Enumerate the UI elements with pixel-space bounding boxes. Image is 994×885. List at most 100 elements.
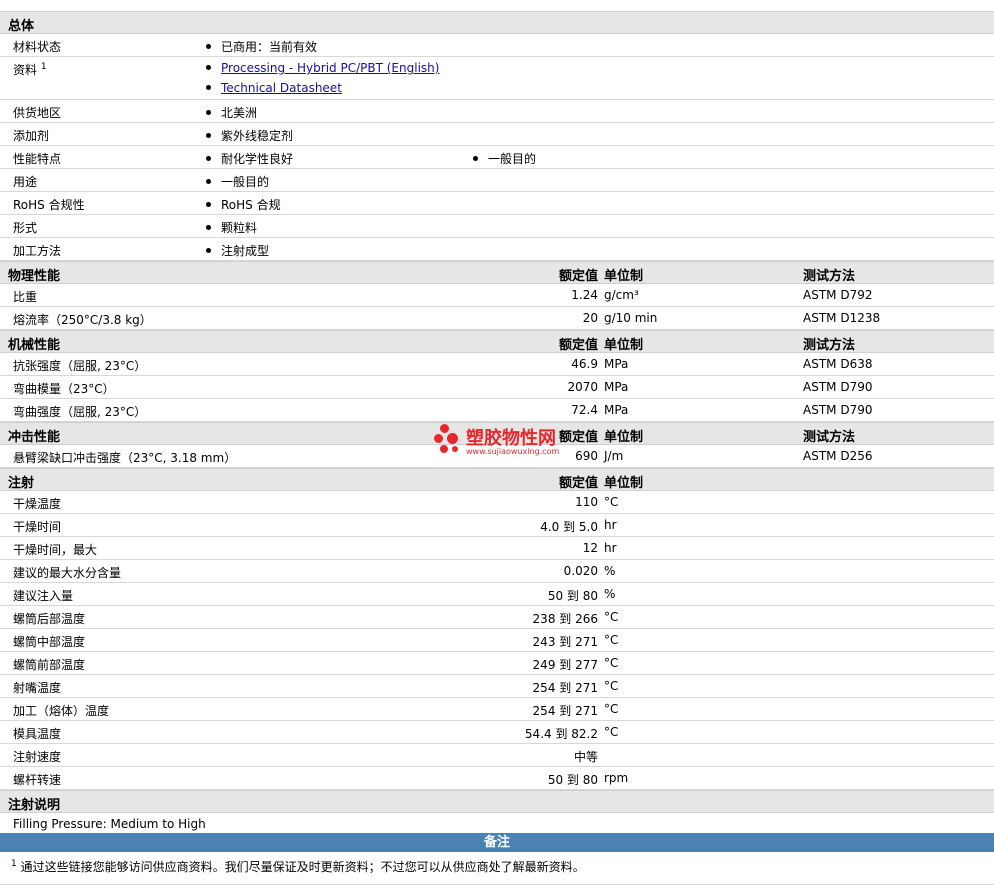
row-label: 性能特点	[13, 152, 62, 166]
col-header-unit: 单位制	[604, 338, 644, 353]
footnote-text: 1 通过这些链接您能够访问供应商资料。我们尽量保证及时更新资料；不过您可以从供应…	[11, 859, 585, 874]
row-method: ASTM D256	[803, 449, 873, 463]
injection-note-row: Filling Pressure: Medium to High	[0, 813, 994, 833]
row-value: 249 到 277	[532, 658, 598, 672]
list-item: Technical Datasheet	[206, 81, 342, 95]
table-row: 建议注入量 50 到 80%	[0, 583, 994, 606]
row-value: 46.9	[571, 357, 598, 371]
table-row: 射嘴温度 254 到 271 °C	[0, 675, 994, 698]
row-value: 50 到 80	[547, 773, 598, 787]
section-title: 冲击性能	[8, 430, 61, 445]
row-unit: MPa	[604, 380, 629, 394]
row-label: 抗张强度（屈服, 23°C）	[13, 359, 147, 373]
row-value: 238 到 266	[532, 612, 598, 626]
row-value: 72.4	[571, 403, 598, 417]
technical-datasheet-link[interactable]: Technical Datasheet	[221, 81, 342, 95]
table-row: 弯曲强度（屈服, 23°C） 72.4 MPa ASTM D790	[0, 399, 994, 422]
row-label: 弯曲强度（屈服, 23°C）	[13, 405, 147, 419]
section-title: 机械性能	[8, 338, 61, 353]
row-method: ASTM D638	[803, 357, 873, 371]
row-value: 2070	[567, 380, 598, 394]
section-title: 注射	[8, 476, 35, 491]
row-value: 0.020	[563, 564, 598, 578]
row-method: ASTM D792	[803, 288, 873, 302]
row-label: 射嘴温度	[13, 681, 62, 695]
row-label: 干燥时间，最大	[13, 543, 98, 557]
table-row: 螺杆转速 50 到 80 rpm	[0, 767, 994, 790]
row-unit: °C	[604, 495, 619, 509]
row-label: RoHS 合规性	[13, 198, 85, 212]
row-method: ASTM D1238	[803, 311, 881, 325]
row-label: 比重	[13, 290, 38, 304]
row-label: 熔流率（250°C/3.8 kg）	[13, 313, 152, 327]
row-value: 690	[575, 449, 598, 463]
row-label: 注射速度	[13, 750, 62, 764]
row-label: 用途	[13, 175, 38, 189]
table-row: 螺筒后部温度 238 到 266 °C	[0, 606, 994, 629]
row-unit: °C	[604, 610, 619, 624]
row-unit: °C	[604, 725, 619, 739]
section-physical-header: 物理性能 额定值 单位制 测试方法	[0, 261, 994, 284]
row-unit: °C	[604, 633, 619, 647]
table-row: 干燥温度 110 °C	[0, 491, 994, 514]
row-value: 254 到 271	[532, 704, 598, 718]
row-label: 干燥时间	[13, 520, 62, 534]
general-row-region: 供货地区 北美洲	[0, 100, 994, 123]
row-value: 1.24	[571, 288, 598, 302]
list-item: 北美洲	[206, 104, 257, 121]
row-label: 供货地区	[13, 106, 62, 120]
table-row: 干燥时间，最大 12 hr	[0, 537, 994, 560]
table-row: 建议的最大水分含量 0.020%	[0, 560, 994, 583]
general-row-documents: 资料 1 Processing - Hybrid PC/PBT (English…	[0, 57, 994, 100]
injection-rows: 干燥温度 110 °C 干燥时间 4.0 到 5.0 hr 干燥时间，最大 12 hr 建议的最大…	[0, 491, 994, 790]
section-title: 总体	[8, 19, 35, 34]
row-label: 加工（熔体）温度	[13, 704, 110, 718]
table-row: 加工（熔体）温度 254 到 271 °C	[0, 698, 994, 721]
list-item: 紫外线稳定剂	[206, 127, 293, 144]
row-label: 螺筒中部温度	[13, 635, 86, 649]
list-item: RoHS 合规	[206, 196, 281, 213]
injection-note-text: Filling Pressure: Medium to High	[13, 817, 206, 831]
section-injection-notes-header: 注射说明	[0, 790, 994, 813]
processing-link[interactable]: Processing - Hybrid PC/PBT (English)	[221, 61, 439, 75]
table-row: 熔流率（250°C/3.8 kg） 20 g/10 min ASTM D1238	[0, 307, 994, 330]
row-unit: MPa	[604, 357, 629, 371]
row-method: ASTM D790	[803, 403, 873, 417]
row-unit: rpm	[604, 771, 629, 785]
row-label: 建议注入量	[13, 589, 74, 603]
section-mechanical-header: 机械性能 额定值 单位制 测试方法	[0, 330, 994, 353]
row-unit: hr	[604, 518, 617, 532]
row-unit: hr	[604, 541, 617, 555]
table-row: 抗张强度（屈服, 23°C） 46.9 MPa ASTM D638	[0, 353, 994, 376]
row-value: 254 到 271	[532, 681, 598, 695]
table-row: 螺筒前部温度 249 到 277 °C	[0, 652, 994, 675]
footnote-marker: 1	[40, 62, 47, 72]
table-row: 比重 1.24 g/cm³ ASTM D792	[0, 284, 994, 307]
general-row-processing: 加工方法 注射成型	[0, 238, 994, 261]
general-row-features: 性能特点 耐化学性良好 一般目的	[0, 146, 994, 169]
datasheet: 总体 材料状态 已商用：当前有效 资料 1 Processing - Hybri…	[0, 0, 994, 885]
notes-header: 备注	[0, 833, 994, 852]
watermark-logo: 塑胶物性网 www.sujiaowuxing.com	[434, 420, 574, 460]
col-header-nominal: 额定值	[558, 476, 598, 491]
general-row-uses: 用途 一般目的	[0, 169, 994, 192]
watermark-url: www.sujiaowuxing.com	[466, 447, 560, 456]
row-unit: °C	[604, 679, 619, 693]
col-header-method: 测试方法	[803, 338, 856, 353]
row-unit: %	[604, 587, 616, 601]
row-label: 螺筒后部温度	[13, 612, 86, 626]
list-item: Processing - Hybrid PC/PBT (English)	[206, 61, 439, 75]
section-injection-header: 注射 额定值 单位制	[0, 468, 994, 491]
row-value: 中等	[573, 750, 598, 764]
list-item: 注射成型	[206, 242, 269, 259]
row-label: 加工方法	[13, 244, 62, 258]
footnote-marker: 1	[11, 859, 17, 869]
row-label: 模具温度	[13, 727, 62, 741]
col-header-nominal: 额定值	[558, 338, 598, 353]
row-label: 建议的最大水分含量	[13, 566, 122, 580]
row-label: 悬臂梁缺口冲击强度（23°C, 3.18 mm）	[13, 451, 237, 465]
general-row-rohs: RoHS 合规性 RoHS 合规	[0, 192, 994, 215]
row-label: 资料 1	[13, 62, 47, 77]
row-label: 添加剂	[13, 129, 50, 143]
row-label: 弯曲模量（23°C）	[13, 382, 115, 396]
